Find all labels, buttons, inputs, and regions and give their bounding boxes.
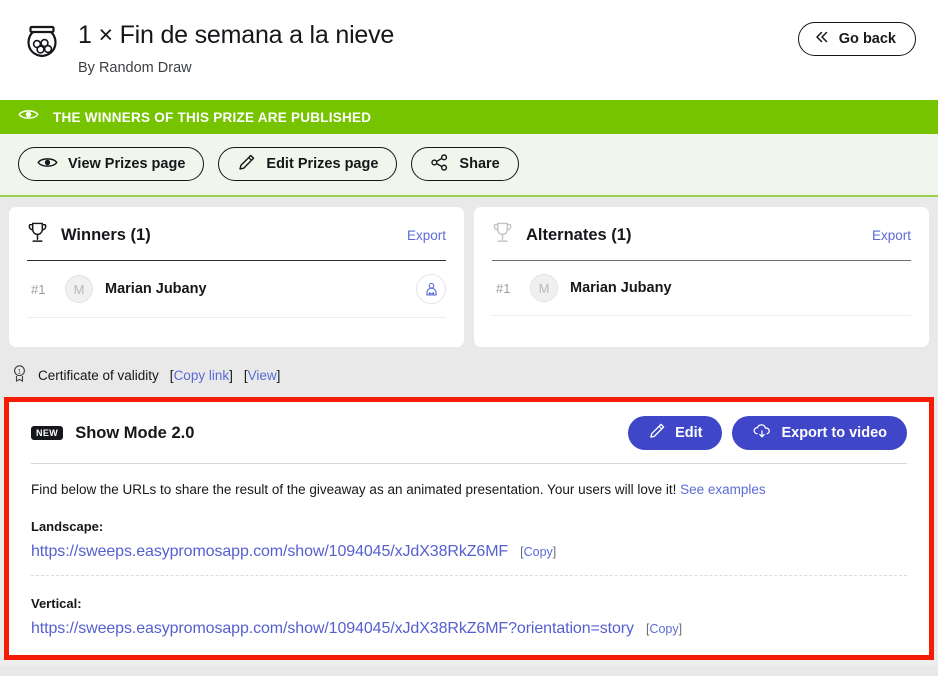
copy-link-label[interactable]: Copy link bbox=[174, 368, 230, 383]
go-back-button[interactable]: Go back bbox=[797, 22, 916, 56]
export-to-video-button[interactable]: Export to video bbox=[732, 416, 907, 450]
share-label: Share bbox=[459, 156, 500, 172]
go-back-label: Go back bbox=[838, 31, 896, 47]
view-label[interactable]: View bbox=[248, 368, 277, 383]
page-title: 1 × Fin de semana a la nieve bbox=[78, 21, 395, 49]
eye-icon bbox=[37, 156, 58, 173]
page-bottom-strip bbox=[0, 660, 938, 666]
pencil-icon bbox=[648, 422, 666, 444]
see-examples-link[interactable]: See examples bbox=[680, 482, 766, 497]
avatar: M bbox=[65, 275, 93, 303]
raffle-jar-icon bbox=[22, 22, 62, 64]
show-mode-section: NEW Show Mode 2.0 Edit Export to video F… bbox=[4, 397, 934, 660]
table-row: #1 M Marian Jubany bbox=[27, 261, 446, 318]
view-prizes-page-button[interactable]: View Prizes page bbox=[18, 147, 205, 181]
bracket-close: ] bbox=[552, 545, 557, 559]
vertical-copy-link[interactable]: [Copy] bbox=[646, 622, 682, 636]
alternates-panel: Alternates (1) Export #1 M Marian Jubany bbox=[474, 207, 929, 347]
landscape-url-link[interactable]: https://sweeps.easypromosapp.com/show/10… bbox=[31, 543, 508, 561]
edit-prizes-page-button[interactable]: Edit Prizes page bbox=[218, 147, 398, 181]
winners-export-link[interactable]: Export bbox=[407, 228, 446, 243]
prize-subtitle: By Random Draw bbox=[78, 60, 192, 76]
show-mode-edit-button[interactable]: Edit bbox=[628, 416, 723, 450]
export-to-video-label: Export to video bbox=[781, 425, 887, 441]
alternates-panel-header: Alternates (1) Export bbox=[492, 221, 911, 261]
share-nodes-icon bbox=[430, 153, 449, 176]
double-chevron-left-icon bbox=[814, 30, 830, 48]
alternates-export-link[interactable]: Export bbox=[872, 228, 911, 243]
winners-panel: Winners (1) Export #1 M Marian Jubany bbox=[9, 207, 464, 347]
vertical-label: Vertical: bbox=[31, 596, 82, 611]
vertical-url-link[interactable]: https://sweeps.easypromosapp.com/show/10… bbox=[31, 620, 634, 638]
prize-title-block: 1 × Fin de semana a la nieve By Random D… bbox=[78, 18, 916, 77]
certificate-label: Certificate of validity bbox=[38, 367, 159, 383]
winners-panel-header: Winners (1) Export bbox=[27, 221, 446, 261]
svg-text:1: 1 bbox=[18, 368, 22, 375]
alternate-name: Marian Jubany bbox=[570, 280, 672, 296]
landscape-label: Landscape: bbox=[31, 519, 104, 534]
cloud-download-icon bbox=[752, 423, 772, 444]
published-status-text: THE WINNERS OF THIS PRIZE ARE PUBLISHED bbox=[53, 109, 372, 125]
show-mode-title: Show Mode 2.0 bbox=[75, 423, 195, 442]
certificate-view-link[interactable]: [View] bbox=[244, 368, 281, 383]
certificate-copy-link[interactable]: [Copy link] bbox=[170, 368, 233, 383]
show-mode-description-row: Find below the URLs to share the result … bbox=[31, 481, 907, 499]
award-seal-icon: 1 bbox=[12, 364, 27, 386]
vertical-url-row: https://sweeps.easypromosapp.com/show/10… bbox=[31, 620, 907, 638]
published-status-banner: THE WINNERS OF THIS PRIZE ARE PUBLISHED bbox=[0, 100, 938, 134]
winners-panel-title: Winners (1) bbox=[61, 225, 151, 244]
new-badge: NEW bbox=[31, 426, 64, 440]
results-panels: Winners (1) Export #1 M Marian Jubany Al… bbox=[0, 197, 938, 355]
edit-prizes-page-label: Edit Prizes page bbox=[266, 156, 379, 172]
prize-actions-bar: View Prizes page Edit Prizes page Share bbox=[0, 134, 938, 197]
prize-header: 1 × Fin de semana a la nieve By Random D… bbox=[0, 0, 938, 100]
certificate-of-validity-row: 1 Certificate of validity [Copy link] [V… bbox=[0, 355, 938, 397]
share-button[interactable]: Share bbox=[411, 147, 519, 181]
show-mode-header: NEW Show Mode 2.0 Edit Export to video bbox=[31, 416, 907, 464]
pencil-icon bbox=[237, 153, 256, 176]
winner-rank: #1 bbox=[31, 281, 46, 297]
trophy-icon bbox=[492, 221, 513, 249]
alternate-rank: #1 bbox=[496, 280, 511, 296]
swap-participant-icon[interactable] bbox=[416, 274, 446, 304]
page-root: 1 × Fin de semana a la nieve By Random D… bbox=[0, 0, 938, 676]
avatar: M bbox=[530, 274, 558, 302]
landscape-url-row: https://sweeps.easypromosapp.com/show/10… bbox=[31, 543, 907, 561]
url-separator bbox=[31, 575, 907, 576]
view-prizes-page-label: View Prizes page bbox=[68, 156, 186, 172]
vertical-copy-label[interactable]: Copy bbox=[649, 622, 678, 636]
landscape-copy-label[interactable]: Copy bbox=[524, 545, 553, 559]
trophy-icon bbox=[27, 221, 48, 249]
bracket-close: ] bbox=[678, 622, 683, 636]
winner-name: Marian Jubany bbox=[105, 281, 207, 297]
bracket-close: ] bbox=[276, 367, 281, 383]
bracket-close: ] bbox=[229, 367, 233, 383]
table-row: #1 M Marian Jubany bbox=[492, 261, 911, 316]
alternates-panel-title: Alternates (1) bbox=[526, 225, 632, 244]
eye-icon bbox=[18, 108, 39, 126]
show-mode-edit-label: Edit bbox=[675, 425, 703, 441]
landscape-copy-link[interactable]: [Copy] bbox=[520, 545, 556, 559]
show-mode-description: Find below the URLs to share the result … bbox=[31, 482, 677, 497]
